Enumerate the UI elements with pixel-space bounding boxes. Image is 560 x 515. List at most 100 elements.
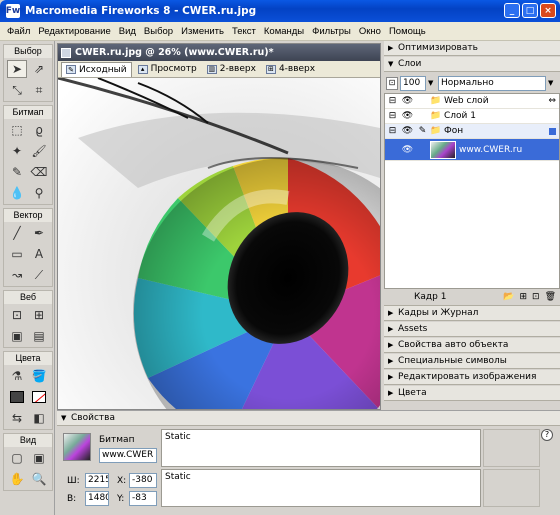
hotspot-tool-icon[interactable]: ⊡ bbox=[7, 306, 27, 324]
blend-mode-select[interactable]: Нормально bbox=[438, 75, 546, 91]
show-slices-icon[interactable]: ▤ bbox=[29, 327, 49, 345]
default-colors-icon[interactable]: ◧ bbox=[29, 409, 49, 427]
freeform-tool-icon[interactable]: ↝ bbox=[7, 266, 27, 284]
menu-select[interactable]: Выбор bbox=[140, 26, 177, 37]
share-icon: ⇔ bbox=[548, 96, 556, 106]
menu-view[interactable]: Вид bbox=[115, 26, 140, 37]
opacity-field[interactable]: 100 bbox=[400, 75, 426, 91]
eye-icon[interactable]: 👁 bbox=[400, 111, 415, 121]
lasso-tool-icon[interactable]: ϱ bbox=[29, 121, 49, 139]
panel-colors[interactable]: ▶ Цвета bbox=[384, 386, 560, 401]
panel-optimize[interactable]: ▶ Оптимизировать bbox=[384, 41, 560, 56]
crop-tool-icon[interactable]: ⌗ bbox=[29, 81, 49, 99]
blur-tool-icon[interactable]: 💧 bbox=[7, 184, 27, 202]
y-field[interactable]: -83 bbox=[129, 491, 157, 506]
lock-icon[interactable]: ⊡ bbox=[386, 76, 398, 90]
panel-layers-header[interactable]: ▼ Слои bbox=[384, 57, 560, 72]
pointer-tool-icon[interactable]: ➤ bbox=[7, 60, 27, 78]
x-field[interactable]: -380 bbox=[129, 473, 157, 488]
rectangle-tool-icon[interactable]: ▭ bbox=[7, 245, 27, 263]
properties-header[interactable]: ▼ Свойства bbox=[57, 411, 560, 426]
menu-modify[interactable]: Изменить bbox=[177, 26, 228, 37]
subselect-tool-icon[interactable]: ⇗ bbox=[29, 60, 49, 78]
eye-icon[interactable]: 👁 bbox=[400, 126, 415, 136]
pencil-icon: ✎ bbox=[418, 126, 427, 136]
panel-assets[interactable]: ▶ Assets bbox=[384, 322, 560, 337]
menu-help[interactable]: Помощь bbox=[385, 26, 430, 37]
paint-bucket-tool-icon[interactable]: 🪣 bbox=[29, 367, 49, 385]
static-text-area-bottom[interactable]: Static bbox=[161, 469, 481, 507]
swap-colors-icon[interactable]: ⇆ bbox=[7, 409, 27, 427]
magic-wand-tool-icon[interactable]: ✦ bbox=[7, 142, 27, 160]
tab-4up[interactable]: ⊞ 4-вверх bbox=[262, 62, 319, 77]
height-field[interactable]: 1480 bbox=[85, 491, 109, 506]
slice-tool-icon[interactable]: ⊞ bbox=[29, 306, 49, 324]
new-layer-icon[interactable]: ⊞ bbox=[519, 292, 527, 302]
full-screen-icon[interactable]: ▣ bbox=[29, 449, 49, 467]
close-button[interactable]: × bbox=[540, 3, 556, 18]
menu-text[interactable]: Текст bbox=[228, 26, 260, 37]
tab-2up[interactable]: ▥ 2-вверх bbox=[203, 62, 260, 77]
panel-image-editing[interactable]: ▶ Редактировать изображения bbox=[384, 370, 560, 385]
marquee-tool-icon[interactable]: ⬚ bbox=[7, 121, 27, 139]
trash-icon[interactable]: 🗑 bbox=[545, 292, 556, 302]
eyedropper-tool-icon[interactable]: ⚗ bbox=[7, 367, 27, 385]
expand-arrow-icon: ▶ bbox=[388, 44, 394, 52]
document-title-bar: CWER.ru.jpg @ 26% (www.CWER.ru)* bbox=[58, 44, 380, 61]
panel-frames-history[interactable]: ▶ Кадры и Журнал bbox=[384, 306, 560, 321]
tool-section-label: Веб bbox=[4, 291, 52, 304]
panel-title: Редактировать изображения bbox=[398, 372, 537, 382]
object-row-cwer[interactable]: 👁 www.CWER.ru bbox=[385, 139, 559, 161]
text-tool-icon[interactable]: A bbox=[29, 245, 49, 263]
minimize-button[interactable]: _ bbox=[504, 3, 520, 18]
tools-panel: Выбор ➤ ⇗ ⤡ ⌗ Битмап ⬚ ϱ ✦ 🖌 ✎ ⌫ 💧 ⚲ Век… bbox=[0, 41, 55, 515]
menu-window[interactable]: Окно bbox=[355, 26, 385, 37]
expand-icon[interactable]: ⊟ bbox=[385, 111, 400, 121]
help-icon[interactable]: ? bbox=[541, 429, 553, 441]
hide-slices-icon[interactable]: ▣ bbox=[7, 327, 27, 345]
opacity-dropdown-icon[interactable]: ▼ bbox=[428, 79, 436, 87]
scale-tool-icon[interactable]: ⤡ bbox=[7, 81, 27, 99]
document-icon bbox=[61, 47, 71, 58]
knife-tool-icon[interactable]: ⟋ bbox=[29, 266, 49, 284]
properties-extra-area bbox=[483, 469, 540, 507]
eye-icon[interactable]: 👁 bbox=[400, 145, 415, 155]
layer-row-1[interactable]: ⊟ 👁 📁 Слой 1 bbox=[385, 109, 559, 124]
zoom-tool-icon[interactable]: 🔍 bbox=[29, 470, 49, 488]
tab-preview[interactable]: ▴ Просмотр bbox=[134, 62, 201, 77]
hand-tool-icon[interactable]: ✋ bbox=[7, 470, 27, 488]
menu-edit[interactable]: Редактирование bbox=[34, 26, 114, 37]
layer-row-background[interactable]: ⊟ 👁 ✎ 📁 Фон bbox=[385, 124, 559, 139]
blend-dropdown-icon[interactable]: ▼ bbox=[548, 79, 558, 87]
width-field[interactable]: 2215 bbox=[85, 473, 109, 488]
panel-auto-shape-properties[interactable]: ▶ Свойства авто объекта bbox=[384, 338, 560, 353]
static-text-area-top[interactable]: Static bbox=[161, 429, 481, 467]
menu-file[interactable]: Файл bbox=[3, 26, 34, 37]
menu-commands[interactable]: Команды bbox=[260, 26, 308, 37]
brush-tool-icon[interactable]: 🖌 bbox=[29, 142, 49, 160]
tool-section-select: Выбор ➤ ⇗ ⤡ ⌗ bbox=[3, 44, 53, 102]
standard-screen-icon[interactable]: ▢ bbox=[7, 449, 27, 467]
pencil-tool-icon[interactable]: ✎ bbox=[7, 163, 27, 181]
expand-icon[interactable]: ⊟ bbox=[385, 126, 400, 136]
tab-original[interactable]: ✎ Исходный bbox=[61, 61, 132, 77]
new-bitmap-icon[interactable]: ⊡ bbox=[532, 292, 540, 302]
stroke-color-swatch[interactable] bbox=[7, 388, 27, 406]
eraser-tool-icon[interactable]: ⌫ bbox=[29, 163, 49, 181]
maximize-button[interactable]: □ bbox=[522, 3, 538, 18]
expand-icon[interactable]: ⊟ bbox=[385, 96, 400, 106]
layer-name: Web слой bbox=[444, 96, 489, 106]
layer-row-web[interactable]: ⊟ 👁 📁 Web слой ⇔ bbox=[385, 94, 559, 109]
new-folder-icon[interactable]: 📂 bbox=[503, 292, 514, 302]
image-canvas[interactable] bbox=[58, 78, 380, 409]
line-tool-icon[interactable]: ╱ bbox=[7, 224, 27, 242]
panel-title: Assets bbox=[398, 324, 428, 334]
fill-color-swatch[interactable] bbox=[29, 388, 49, 406]
stamp-tool-icon[interactable]: ⚲ bbox=[29, 184, 49, 202]
pen-tool-icon[interactable]: ✒ bbox=[29, 224, 49, 242]
menu-filters[interactable]: Фильтры bbox=[308, 26, 355, 37]
properties-extra-area bbox=[483, 429, 540, 467]
object-name-field[interactable]: www.CWER bbox=[99, 448, 157, 463]
eye-icon[interactable]: 👁 bbox=[400, 96, 415, 106]
panel-special-characters[interactable]: ▶ Специальные символы bbox=[384, 354, 560, 369]
